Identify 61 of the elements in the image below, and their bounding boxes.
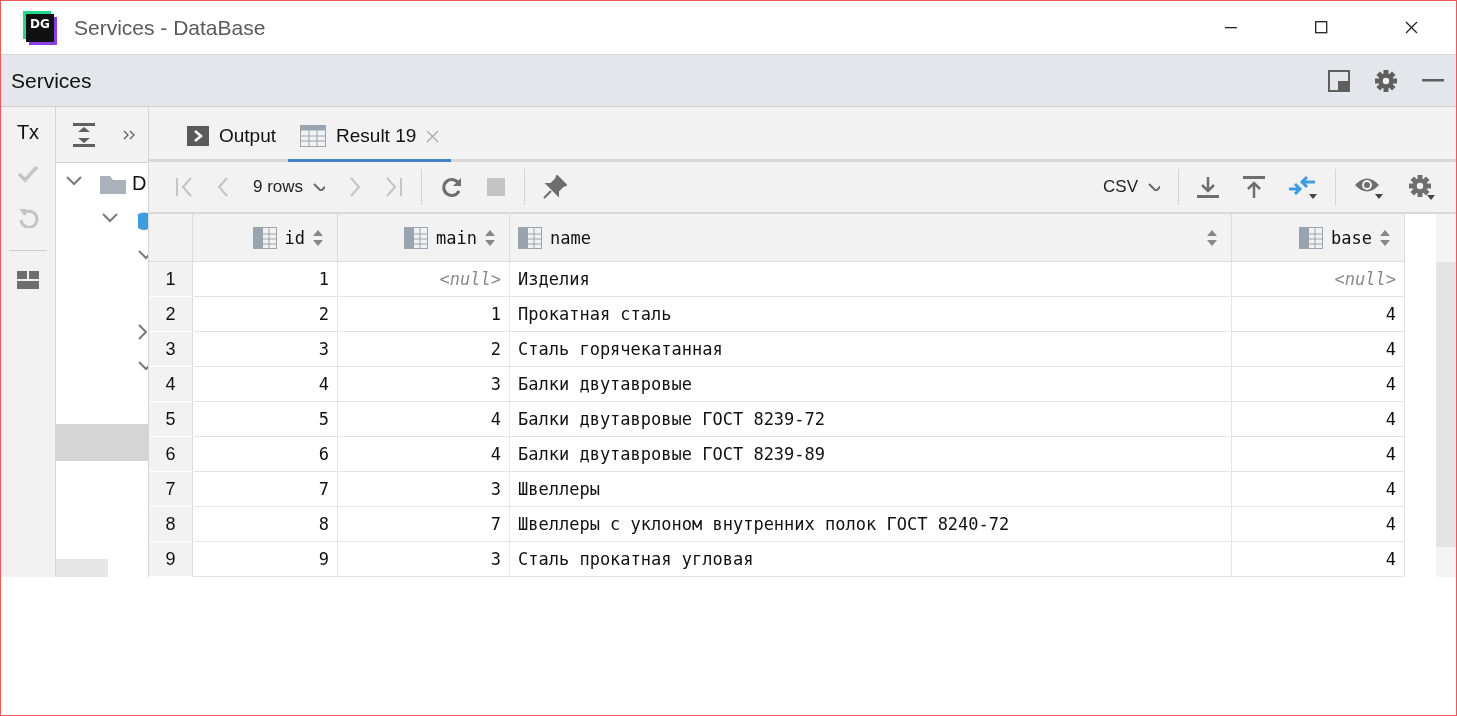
table-cell: 1	[490, 304, 501, 324]
row-number: 2	[149, 297, 193, 332]
table-cell: 9	[318, 549, 329, 569]
table-cell: 4	[1385, 514, 1396, 534]
row-number: 3	[149, 332, 193, 367]
window-title: Services - DataBase	[74, 15, 266, 40]
table-cell: 7	[318, 479, 329, 499]
tab[interactable]: Output	[175, 113, 289, 162]
page-size-dropdown[interactable]: 9 rows	[241, 167, 338, 207]
table-cell: Прокатная сталь	[518, 304, 672, 324]
column-name: base	[1331, 227, 1372, 248]
column-header[interactable]: name	[510, 214, 1232, 262]
table-cell: 2	[490, 339, 501, 359]
table-cell: 4	[318, 374, 329, 394]
table-cell: Швеллеры	[518, 479, 600, 499]
table-cell: 3	[490, 479, 501, 499]
row-number: 9	[149, 542, 193, 577]
table-cell: 4	[1385, 409, 1396, 429]
table-cell: 2	[318, 304, 329, 324]
table-cell: 4	[490, 444, 501, 464]
column-name: id	[284, 227, 305, 248]
column-name: main	[436, 227, 477, 248]
table-cell: Балки двутавровые ГОСТ 8239-89	[518, 444, 826, 464]
table-cell: Балки двутавровые ГОСТ 8239-72	[518, 409, 826, 429]
table-cell: 6	[318, 444, 329, 464]
row-number: 7	[149, 472, 193, 507]
column-header[interactable]: main	[338, 214, 510, 262]
tool-window-title: Services	[11, 68, 93, 93]
table-cell: 4	[1385, 304, 1396, 324]
table-cell: Швеллеры с уклоном внутренних полок ГОСТ 8240-72	[518, 514, 1010, 534]
table-cell: 4	[490, 409, 501, 429]
column-name: name	[550, 227, 591, 248]
row-number: 4	[149, 367, 193, 402]
table-cell: Изделия	[518, 269, 590, 289]
table-cell: 4	[1385, 374, 1396, 394]
transaction-mode-button[interactable]: Tx	[16, 121, 40, 144]
table-cell: Сталь горячекатанная	[518, 339, 723, 359]
table-cell: 1	[318, 269, 329, 289]
table-cell: 3	[490, 549, 501, 569]
table-cell: 4	[1385, 479, 1396, 499]
table-cell: Балки двутавровые	[518, 374, 692, 394]
table-cell: 8	[318, 514, 329, 534]
column-header[interactable]: base	[1232, 214, 1405, 262]
tree-item-label[interactable]: D	[132, 172, 147, 195]
row-number: 1	[149, 262, 193, 297]
table-cell: 4	[1385, 444, 1396, 464]
row-number: 8	[149, 507, 193, 542]
table-cell: 4	[1385, 549, 1396, 569]
null-value: <null>	[1334, 269, 1396, 289]
table-cell: 5	[318, 409, 329, 429]
row-number: 6	[149, 437, 193, 472]
table-cell: Сталь прокатная угловая	[518, 549, 754, 569]
table-cell: 4	[1385, 339, 1396, 359]
column-header[interactable]: id	[193, 214, 338, 262]
table-cell: 3	[318, 339, 329, 359]
table-cell: 7	[490, 514, 501, 534]
row-number: 5	[149, 402, 193, 437]
export-format-dropdown[interactable]: CSV	[1091, 167, 1172, 207]
null-value: <null>	[439, 269, 501, 289]
app-logo: DG	[26, 13, 54, 42]
table-cell: 3	[490, 374, 501, 394]
